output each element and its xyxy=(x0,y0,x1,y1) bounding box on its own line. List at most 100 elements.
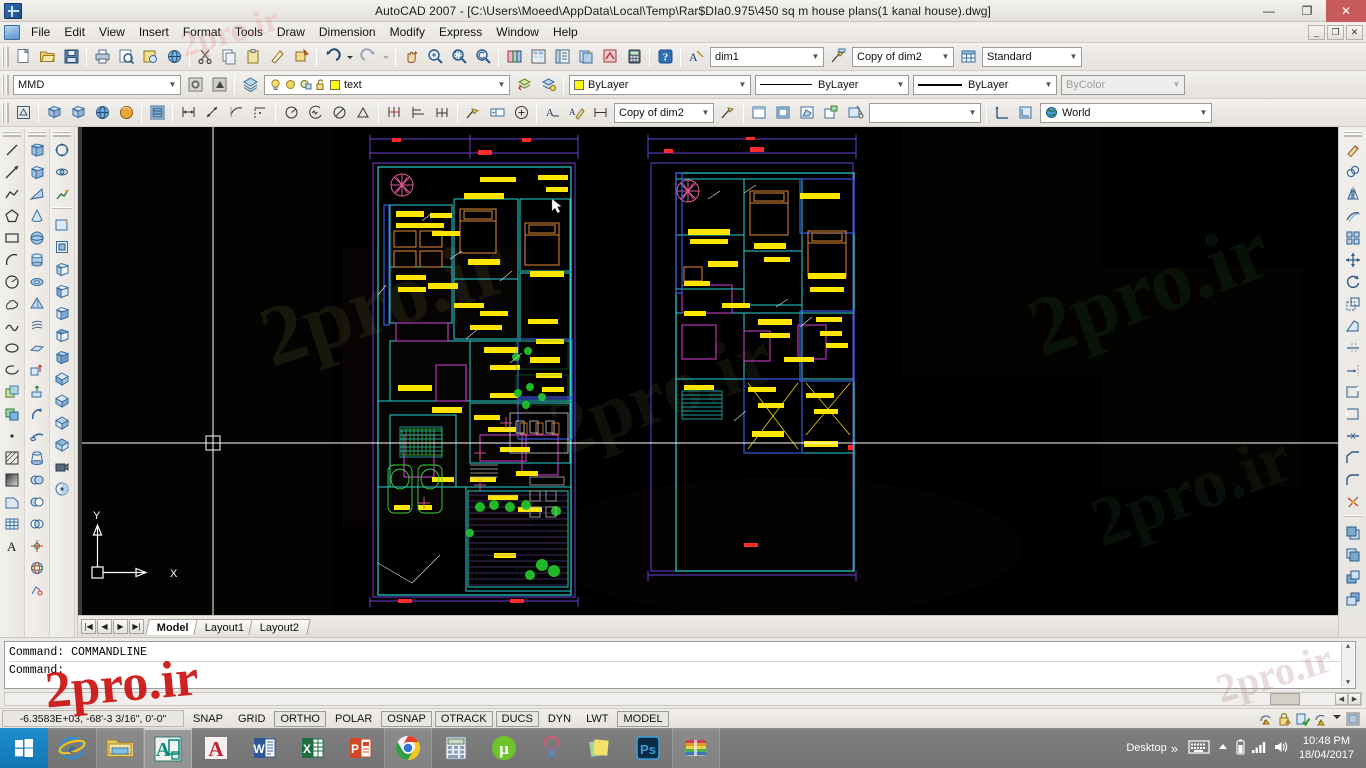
status-polar[interactable]: POLAR xyxy=(329,711,378,727)
start-orb-icon[interactable] xyxy=(0,728,48,768)
zoom-window-icon[interactable] xyxy=(448,46,470,68)
view-left-icon[interactable] xyxy=(51,280,73,302)
toolbar-grip[interactable] xyxy=(53,131,71,137)
chevron-down-icon[interactable]: ▼ xyxy=(938,48,953,66)
named-views-icon[interactable] xyxy=(51,214,73,236)
revision-cloud-icon[interactable] xyxy=(1,293,23,315)
horizontal-scrollbar[interactable]: ◀ ▶ xyxy=(4,692,1362,706)
minimize-button[interactable]: — xyxy=(1250,0,1288,22)
pan-realtime-icon[interactable] xyxy=(400,46,422,68)
construction-line-icon[interactable] xyxy=(1,161,23,183)
view-back-icon[interactable] xyxy=(51,346,73,368)
helix-icon[interactable] xyxy=(26,315,48,337)
move-icon[interactable] xyxy=(1342,249,1364,271)
plotstyle-control-combo[interactable]: ByColor ▼ xyxy=(1061,74,1185,95)
network-icon[interactable] xyxy=(1251,740,1267,757)
3d-rotate-icon[interactable] xyxy=(26,557,48,579)
chevron-down-icon[interactable]: ▼ xyxy=(1066,48,1081,66)
view-nw-iso-icon[interactable] xyxy=(51,434,73,456)
center-mark-icon[interactable] xyxy=(510,102,532,124)
presspull-icon[interactable] xyxy=(26,381,48,403)
spline-icon[interactable] xyxy=(1,315,23,337)
extend-icon[interactable] xyxy=(1342,359,1364,381)
tool-palettes-icon[interactable] xyxy=(551,46,573,68)
menu-file[interactable]: File xyxy=(24,23,57,41)
chevron-down-icon[interactable]: ▼ xyxy=(165,76,180,94)
dimension-update-icon[interactable] xyxy=(589,102,611,124)
toolbar-grip[interactable] xyxy=(2,102,9,123)
chamfer-icon[interactable] xyxy=(1342,447,1364,469)
menu-express[interactable]: Express xyxy=(432,23,489,41)
viewport-single-icon[interactable] xyxy=(748,102,770,124)
explode-icon[interactable] xyxy=(1342,491,1364,513)
erase-icon[interactable] xyxy=(1342,139,1364,161)
gradient-icon[interactable] xyxy=(1,469,23,491)
aligned-dimension-icon[interactable] xyxy=(201,102,223,124)
file-explorer-icon[interactable] xyxy=(96,728,144,768)
dimension-style-manager-icon[interactable] xyxy=(184,74,206,96)
redo-icon[interactable] xyxy=(357,46,379,68)
menu-help[interactable]: Help xyxy=(546,23,585,41)
viewport-scale-combo[interactable]: ▼ xyxy=(869,102,981,123)
quick-dimension-icon[interactable] xyxy=(383,102,405,124)
offset-icon[interactable] xyxy=(1342,205,1364,227)
manage-xrefs-icon[interactable] xyxy=(1277,711,1293,727)
menu-view[interactable]: View xyxy=(92,23,132,41)
region-icon[interactable] xyxy=(1,491,23,513)
shade-flat-icon[interactable] xyxy=(115,102,137,124)
menu-window[interactable]: Window xyxy=(489,23,546,41)
render-icon[interactable] xyxy=(146,102,168,124)
jogged-dimension-icon[interactable] xyxy=(304,102,326,124)
status-ducs[interactable]: DUCS xyxy=(495,710,539,727)
arc-length-dimension-icon[interactable] xyxy=(225,102,247,124)
quickcalc-icon[interactable] xyxy=(623,46,645,68)
excel-icon[interactable]: X xyxy=(288,728,336,768)
status-grid[interactable]: GRID xyxy=(232,711,272,727)
insert-block-icon[interactable] xyxy=(1,381,23,403)
restore-button[interactable]: ❐ xyxy=(1288,0,1326,22)
scale-icon[interactable] xyxy=(1342,293,1364,315)
view-sw-iso-icon[interactable] xyxy=(51,368,73,390)
menu-modify[interactable]: Modify xyxy=(383,23,432,41)
save-icon[interactable] xyxy=(60,46,82,68)
internet-explorer-icon[interactable]: e xyxy=(48,728,96,768)
tab-model[interactable]: Model xyxy=(145,618,201,635)
calculator-icon[interactable] xyxy=(432,728,480,768)
redo-dropdown-icon[interactable] xyxy=(381,46,391,68)
layer-control-combo[interactable]: text ▼ xyxy=(264,74,510,95)
table-style-combo[interactable]: Standard ▼ xyxy=(982,46,1082,67)
3d-orbit-icon[interactable] xyxy=(51,139,73,161)
block-editor-icon[interactable] xyxy=(290,46,312,68)
status-ortho[interactable]: ORTHO xyxy=(274,710,326,727)
viewport-polygonal-icon[interactable] xyxy=(796,102,818,124)
view-iso-icon[interactable] xyxy=(67,102,89,124)
chevron-down-icon[interactable]: ▼ xyxy=(1196,104,1211,122)
view-top-icon[interactable] xyxy=(43,102,65,124)
chevron-down-icon[interactable]: ▼ xyxy=(1041,76,1056,94)
named-views-icon[interactable] xyxy=(12,102,34,124)
command-line-2[interactable]: Command: xyxy=(9,661,1351,678)
toolbar-grip[interactable] xyxy=(2,74,9,95)
keyboard-icon[interactable] xyxy=(1188,739,1210,757)
rotate-icon[interactable] xyxy=(1342,271,1364,293)
viewport-named-icon[interactable] xyxy=(772,102,794,124)
clean-screen-icon[interactable] xyxy=(1345,711,1361,727)
swivel-icon[interactable] xyxy=(51,161,73,183)
designcenter-icon[interactable] xyxy=(527,46,549,68)
ucs-manager-icon[interactable] xyxy=(1015,102,1037,124)
mdi-close-button[interactable]: ✕ xyxy=(1346,24,1363,40)
viewport-object-icon[interactable] xyxy=(820,102,842,124)
join-icon[interactable] xyxy=(1342,425,1364,447)
color-control-combo[interactable]: ByLayer ▼ xyxy=(569,74,751,95)
freeze-sun-icon[interactable] xyxy=(284,78,297,91)
3d-move-icon[interactable] xyxy=(26,535,48,557)
radius-dimension-icon[interactable] xyxy=(280,102,302,124)
status-dyn[interactable]: DYN xyxy=(542,711,577,727)
trusted-autocad-icon[interactable]: ! xyxy=(1313,711,1329,727)
view-se-iso-icon[interactable] xyxy=(51,390,73,412)
match-properties-icon[interactable] xyxy=(266,46,288,68)
show-hidden-icon[interactable] xyxy=(1218,742,1228,755)
help-icon[interactable]: ? xyxy=(654,46,676,68)
ordinate-dimension-icon[interactable] xyxy=(249,102,271,124)
table-style-icon[interactable] xyxy=(957,46,979,68)
